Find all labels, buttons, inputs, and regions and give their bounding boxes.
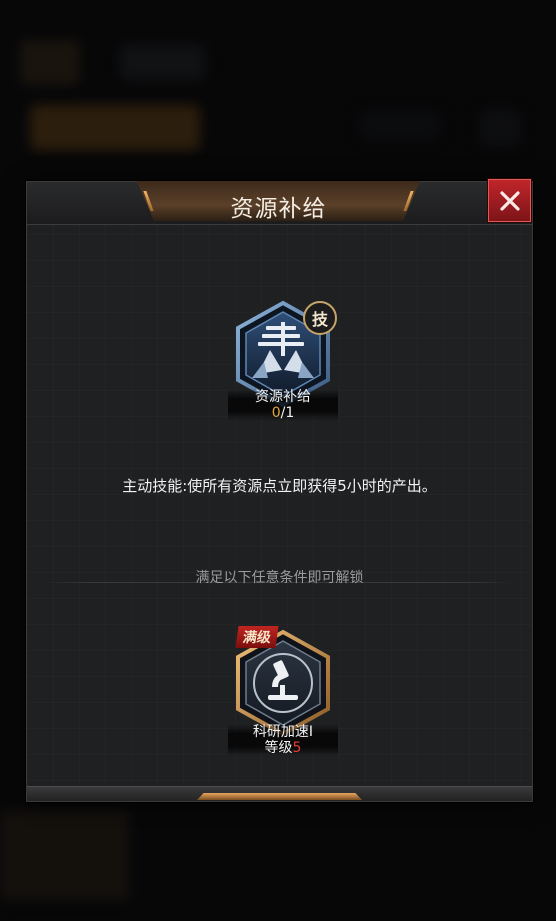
footer-accent	[197, 793, 362, 800]
skill-progress-total: /1	[280, 405, 295, 421]
skill-progress-current: 0	[271, 405, 281, 421]
unlock-condition-header: 满足以下任意条件即可解锁	[195, 570, 364, 586]
dialog-title: 资源补给	[230, 196, 327, 222]
condition-item-name: 科研加速I	[252, 724, 314, 740]
condition-name-plate: 科研加速I 等级5	[228, 724, 338, 756]
max-level-tag: 满级	[235, 626, 279, 648]
close-button[interactable]	[488, 179, 531, 222]
title-plate: 资源补给	[137, 181, 420, 221]
skill-name: 资源补给	[255, 389, 311, 405]
skill-progress: 0/1	[228, 405, 338, 421]
condition-level-value: 5	[292, 740, 302, 756]
dialog-footer	[27, 786, 532, 801]
skill-description: 主动技能:使所有资源点立即获得5小时的产出。	[122, 477, 437, 495]
condition-level: 等级5	[228, 740, 338, 756]
skill-tag-badge: 技	[303, 301, 337, 335]
skill-badge[interactable]: 技 资源补给 0/1	[228, 300, 338, 421]
resource-supply-dialog: 资源补给 技 资源补给 0/1 主动技能:使所有资源点立即获得5小时的产出。 满…	[26, 181, 533, 802]
close-icon	[499, 190, 520, 211]
condition-level-label: 等级	[264, 740, 293, 756]
skill-name-plate: 资源补给 0/1	[228, 389, 338, 421]
